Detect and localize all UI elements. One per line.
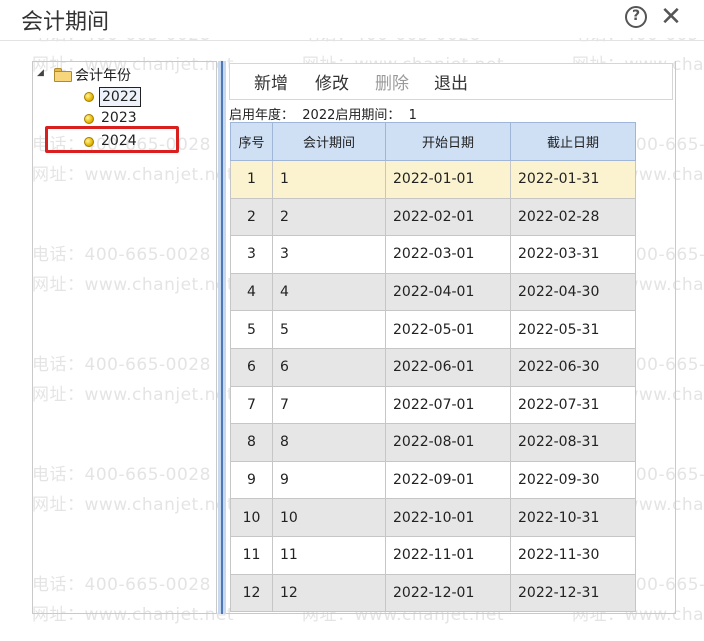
period-cell: 11 (272, 535, 386, 575)
start-date-cell: 2022-02-01 (385, 197, 511, 237)
row-index: 3 (230, 235, 273, 274)
start-date-cell: 2022-08-01 (385, 423, 511, 462)
end-date-cell: 2022-11-30 (510, 535, 636, 575)
period-cell: 7 (272, 385, 386, 425)
help-icon[interactable]: ? (625, 6, 647, 28)
start-date-cell: 2022-04-01 (385, 272, 511, 312)
year-node-icon (84, 114, 94, 124)
end-date-cell: 2022-08-31 (510, 423, 636, 462)
table-row[interactable]: 7 7 2022-07-01 2022-07-31 (230, 385, 636, 425)
tree-collapse-icon[interactable]: ◢ (37, 68, 44, 78)
table-row[interactable]: 1 1 2022-01-01 2022-01-31 (230, 160, 636, 199)
start-date-cell: 2022-05-01 (385, 310, 511, 349)
dialog-title: 会计期间 (21, 10, 110, 35)
table-row[interactable]: 11 11 2022-11-01 2022-11-30 (230, 535, 636, 575)
row-index: 6 (230, 347, 273, 387)
start-date-cell: 2022-07-01 (385, 385, 511, 425)
start-date-cell: 2022-06-01 (385, 347, 511, 387)
column-header-period[interactable]: 会计期间 (272, 122, 386, 161)
row-index: 5 (230, 310, 273, 349)
end-date-cell: 2022-10-31 (510, 498, 636, 537)
toolbar: 新增 修改 删除 退出 (229, 63, 673, 100)
period-cell: 9 (272, 460, 386, 500)
table-row[interactable]: 3 3 2022-03-01 2022-03-31 (230, 235, 636, 274)
end-date-cell: 2022-06-30 (510, 347, 636, 387)
start-date-cell: 2022-12-01 (385, 573, 511, 613)
period-cell: 8 (272, 423, 386, 462)
enable-period-value: 1 (408, 108, 417, 123)
edit-button[interactable]: 修改 (315, 69, 349, 94)
period-cell: 6 (272, 347, 386, 387)
add-button[interactable]: 新增 (254, 69, 288, 94)
tree-item-label: 2023 (101, 110, 137, 126)
row-index: 8 (230, 423, 273, 462)
period-cell: 12 (272, 573, 386, 613)
period-cell: 3 (272, 235, 386, 274)
delete-button[interactable]: 删除 (375, 69, 409, 94)
close-icon[interactable]: ✕ (658, 4, 684, 30)
end-date-cell: 2022-02-28 (510, 197, 636, 237)
end-date-cell: 2022-12-31 (510, 573, 636, 613)
year-node-icon (84, 92, 94, 102)
tree-root-label[interactable]: 会计年份 (75, 65, 131, 85)
column-header-start-date[interactable]: 开始日期 (385, 122, 511, 161)
table-row[interactable]: 9 9 2022-09-01 2022-09-30 (230, 460, 636, 500)
dialog-scroll-area (689, 41, 704, 641)
table-row[interactable]: 10 10 2022-10-01 2022-10-31 (230, 498, 636, 537)
enable-year-value: 2022 (302, 108, 336, 123)
panel-splitter[interactable] (218, 61, 226, 614)
row-index: 12 (230, 573, 273, 613)
row-index: 1 (230, 160, 273, 199)
table-row[interactable]: 12 12 2022-12-01 2022-12-31 (230, 573, 636, 613)
tree-item-label: 2022 (99, 87, 141, 107)
accounting-period-dialog: 电话：400-665-0028 网址：www.chanjet.net 电话：40… (0, 0, 704, 641)
start-date-cell: 2022-11-01 (385, 535, 511, 575)
exit-button[interactable]: 退出 (434, 69, 468, 94)
table-row[interactable]: 5 5 2022-05-01 2022-05-31 (230, 310, 636, 349)
table-row[interactable]: 2 2 2022-02-01 2022-02-28 (230, 197, 636, 237)
row-index: 2 (230, 197, 273, 237)
titlebar-divider (0, 40, 704, 41)
column-header-index[interactable]: 序号 (230, 122, 273, 161)
period-cell: 1 (272, 160, 386, 199)
end-date-cell: 2022-03-31 (510, 235, 636, 274)
row-index: 4 (230, 272, 273, 312)
folder-icon (54, 68, 72, 82)
enable-period-label: 启用期间： (335, 108, 401, 123)
annotation-highlight-box (45, 126, 179, 153)
table-header-row: 序号 会计期间 开始日期 截止日期 (230, 122, 636, 161)
row-index: 10 (230, 498, 273, 537)
row-index: 7 (230, 385, 273, 425)
start-date-cell: 2022-03-01 (385, 235, 511, 274)
table-row[interactable]: 8 8 2022-08-01 2022-08-31 (230, 423, 636, 462)
period-cell: 4 (272, 272, 386, 312)
period-cell: 5 (272, 310, 386, 349)
start-date-cell: 2022-10-01 (385, 498, 511, 537)
row-index: 11 (230, 535, 273, 575)
column-header-end-date[interactable]: 截止日期 (510, 122, 636, 161)
end-date-cell: 2022-07-31 (510, 385, 636, 425)
end-date-cell: 2022-04-30 (510, 272, 636, 312)
end-date-cell: 2022-05-31 (510, 310, 636, 349)
dialog-titlebar: 会计期间 ? ✕ (0, 0, 704, 38)
enable-year-label: 启用年度： (229, 108, 295, 123)
period-table: 序号 会计期间 开始日期 截止日期 1 1 2022-01-01 2022-01… (230, 122, 636, 613)
table-row[interactable]: 4 4 2022-04-01 2022-04-30 (230, 272, 636, 312)
period-cell: 10 (272, 498, 386, 537)
start-date-cell: 2022-09-01 (385, 460, 511, 500)
period-cell: 2 (272, 197, 386, 237)
row-index: 9 (230, 460, 273, 500)
end-date-cell: 2022-01-31 (510, 160, 636, 199)
table-row[interactable]: 6 6 2022-06-01 2022-06-30 (230, 347, 636, 387)
end-date-cell: 2022-09-30 (510, 460, 636, 500)
enable-info: 启用年度： 2022启用期间： 1 (229, 104, 417, 123)
start-date-cell: 2022-01-01 (385, 160, 511, 199)
